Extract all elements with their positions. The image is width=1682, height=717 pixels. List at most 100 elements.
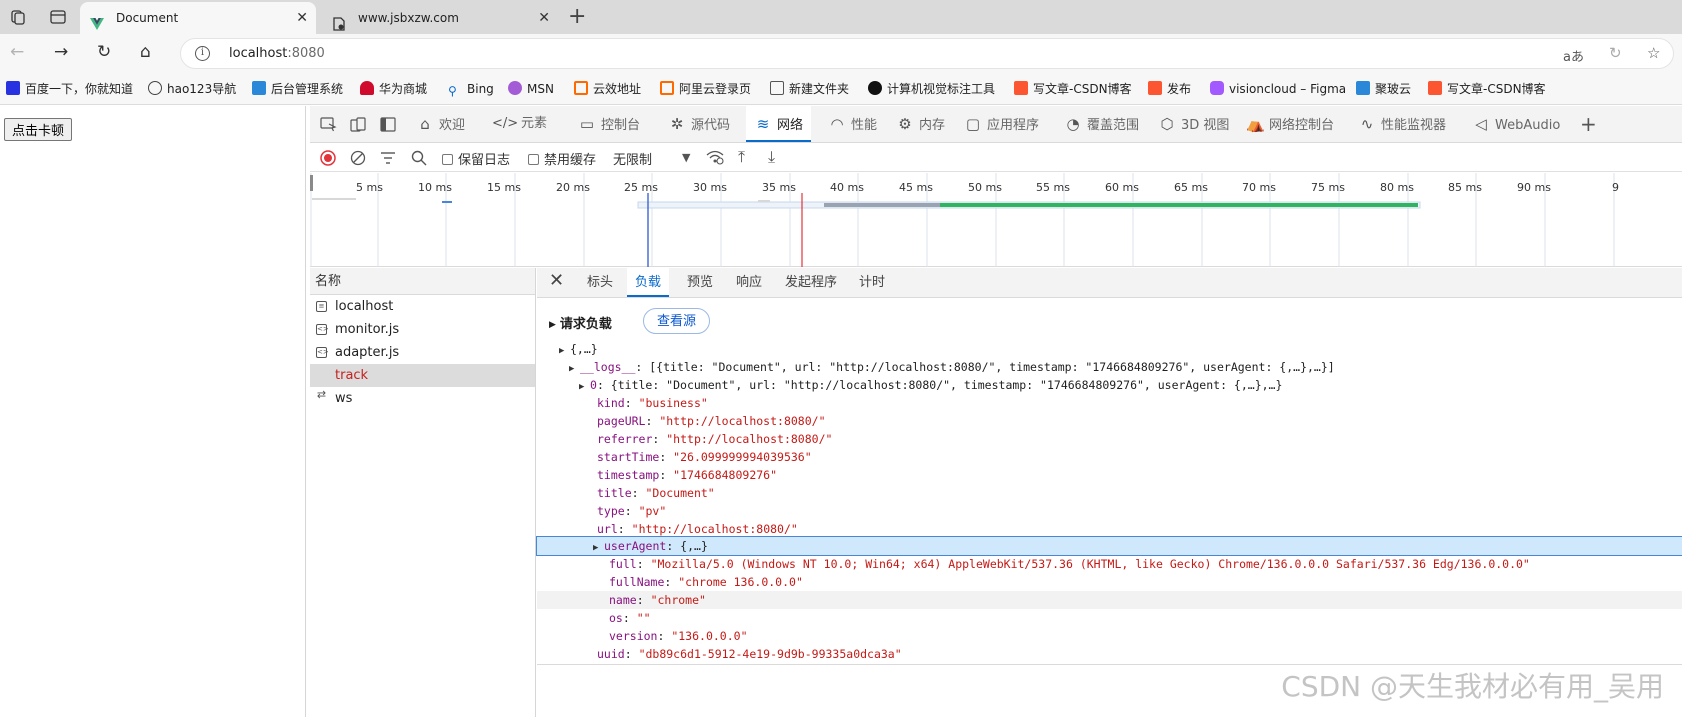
export-har-icon[interactable]: ⤓ [768,147,775,167]
bookmark-item[interactable]: 发布 [1148,81,1191,97]
tree-field[interactable]: type: "pv" [597,502,666,520]
clear-icon[interactable] [350,150,366,170]
bookmark-item[interactable]: 写文章-CSDN博客 [1014,81,1132,97]
search-icon[interactable] [411,150,427,170]
websocket-icon: ⇄ [316,388,327,401]
tree-field[interactable]: timestamp: "1746684809276" [597,466,777,484]
tree-item-0[interactable]: ▶ 0: {title: "Document", url: "http://loc… [579,376,1282,394]
devtools-tab-console[interactable]: ▭ 控制台 [572,106,646,142]
detail-tab-timing[interactable]: 计时 [859,268,885,297]
view-source-button[interactable]: 查看源 [643,308,711,334]
request-payload-section[interactable]: ▶ 请求负载 [549,313,612,332]
back-icon[interactable]: ← [10,42,24,62]
request-row-localhost[interactable]: ≡ localhost [310,295,535,318]
devtools-tab-elements[interactable]: </> 元素 [486,106,553,142]
checkbox-box[interactable] [528,154,539,165]
devtools-tab-network[interactable]: ≋ 网络 [746,106,812,142]
address-bar[interactable]: i localhost:8080 aあ ↻ ☆ [180,38,1674,69]
tree-field[interactable]: url: "http://localhost:8080/" [597,520,798,538]
close-detail-icon[interactable]: ✕ [549,270,564,291]
record-stop-icon[interactable] [320,150,336,170]
timeline-tick-label: 15 ms [487,181,521,194]
dock-side-icon[interactable] [380,117,397,132]
bookmark-item[interactable]: 华为商城 [360,81,427,97]
browser-tab-jsbxzw[interactable]: www.jsbxzw.com ✕ [322,2,558,34]
devtools-tab-network-console[interactable]: ⛺ 网络控制台 [1240,106,1340,142]
tree-field[interactable]: fullName: "chrome 136.0.0.0" [609,573,803,591]
tree-field[interactable]: startTime: "26.099999994039536" [597,448,812,466]
devtools-tab-memory[interactable]: ⚙ 内存 [890,106,951,142]
request-row-adapter-js[interactable]: <> adapter.js [310,341,535,364]
bookmark-item[interactable]: 新建文件夹 [770,81,849,97]
device-emulation-icon[interactable] [350,117,367,132]
network-conditions-icon[interactable] [706,149,724,169]
request-row-track[interactable]: track [310,364,535,387]
bookmark-item[interactable]: 写文章-CSDN博客 [1428,81,1546,97]
refresh-icon[interactable]: ↻ [97,42,111,62]
browser-tab-document[interactable]: Document ✕ [80,2,316,34]
pulse-icon: ∿ [1360,115,1374,133]
tree-field[interactable]: title: "Document" [597,484,715,502]
tree-field[interactable]: version: "136.0.0.0" [609,627,748,645]
request-row-monitor-js[interactable]: <> monitor.js [310,318,535,341]
home-icon[interactable]: ⌂ [140,42,151,62]
site-info-icon[interactable]: i [195,46,210,61]
devtools-tab-coverage[interactable]: ◔ 覆盖范围 [1058,106,1145,142]
preserve-log-checkbox[interactable]: 保留日志 [442,149,510,168]
devtools-tab-webaudio[interactable]: ◁ WebAudio [1466,106,1566,142]
tree-user-agent[interactable]: ▶ userAgent: {,…} [536,536,1682,556]
request-row-ws[interactable]: ⇄ ws [310,387,535,410]
network-overview-timeline[interactable]: 5 ms 10 ms 15 ms 20 ms 25 ms 30 ms 35 ms… [310,173,1682,267]
devtools-tab-welcome[interactable]: ⌂ 欢迎 [408,106,473,142]
tree-root[interactable]: ▶ {,…} [559,340,598,358]
detail-tab-response[interactable]: 响应 [736,268,762,297]
bookmark-item[interactable]: hao123导航 [148,81,236,97]
bookmark-item[interactable]: MSN [508,81,554,97]
detail-tab-initiator[interactable]: 发起程序 [785,268,837,297]
checkbox-box[interactable] [442,154,453,165]
devtools-tab-application[interactable]: ▢ 应用程序 [958,106,1045,142]
inspect-element-icon[interactable] [320,117,337,132]
tab-actions-icon[interactable] [48,7,68,27]
workspaces-icon[interactable] [8,7,28,27]
bookmark-item[interactable]: 计算机视觉标注工具 [868,81,995,97]
request-list-header[interactable]: 名称 [310,268,535,295]
new-tab-icon[interactable]: + [568,4,586,29]
jank-button[interactable]: 点击卡顿 [4,118,73,141]
favorite-star-icon[interactable]: ☆ [1647,44,1660,62]
bookmark-item[interactable]: 百度一下，你就知道 [6,81,133,97]
bookmark-item[interactable]: 云效地址 [574,81,641,97]
import-har-icon[interactable]: ⤒ [738,147,745,167]
throttling-select[interactable]: 无限制 [613,149,652,168]
tree-field[interactable]: os: "" [609,609,651,627]
bookmark-item[interactable]: 聚玻云 [1356,81,1411,97]
bookmark-item[interactable]: 后台管理系统 [252,81,343,97]
close-tab-icon[interactable]: ✕ [538,2,550,34]
read-aloud-icon[interactable]: aあ [1563,46,1584,65]
detail-tab-preview[interactable]: 预览 [687,268,713,297]
devtools-tab-performance-monitor[interactable]: ∿ 性能监视器 [1352,106,1452,142]
bookmark-item[interactable]: visioncloud – Figma [1210,81,1346,97]
tree-field[interactable]: pageURL: "http://localhost:8080/" [597,412,826,430]
bookmark-item[interactable]: 阿里云登录页 [660,81,751,97]
devtools-tab-3d-view[interactable]: ⬡ 3D 视图 [1152,106,1235,142]
timeline-tick-label: 75 ms [1311,181,1345,194]
detail-tab-headers[interactable]: 标头 [587,268,613,297]
devtools-tab-performance[interactable]: ◠ 性能 [822,106,883,142]
more-tools-icon[interactable]: + [1580,106,1597,142]
devtools-tab-sources[interactable]: ✲ 源代码 [662,106,736,142]
tree-field[interactable]: kind: "business" [597,394,708,412]
tree-logs[interactable]: ▶ __logs__: [{title: "Document", url: "ht… [569,358,1335,376]
filter-icon[interactable] [380,150,396,170]
tree-field[interactable]: uuid: "db89c6d1-5912-4e19-9d9b-99335a0dc… [597,645,902,663]
tree-field[interactable]: name: "chrome" [537,591,1682,609]
tree-field[interactable]: full: "Mozilla/5.0 (Windows NT 10.0; Win… [609,555,1530,573]
disable-cache-checkbox[interactable]: 禁用缓存 [528,149,596,168]
forward-icon[interactable]: → [54,42,68,62]
close-tab-icon[interactable]: ✕ [296,2,308,34]
throttling-dropdown-icon[interactable]: ▼ [682,151,690,164]
browser-essentials-icon[interactable]: ↻ [1609,44,1622,62]
bookmark-item[interactable]: ⚲ Bing [448,81,494,98]
tree-field[interactable]: referrer: "http://localhost:8080/" [597,430,832,448]
detail-tab-payload[interactable]: 负载 [627,268,670,297]
